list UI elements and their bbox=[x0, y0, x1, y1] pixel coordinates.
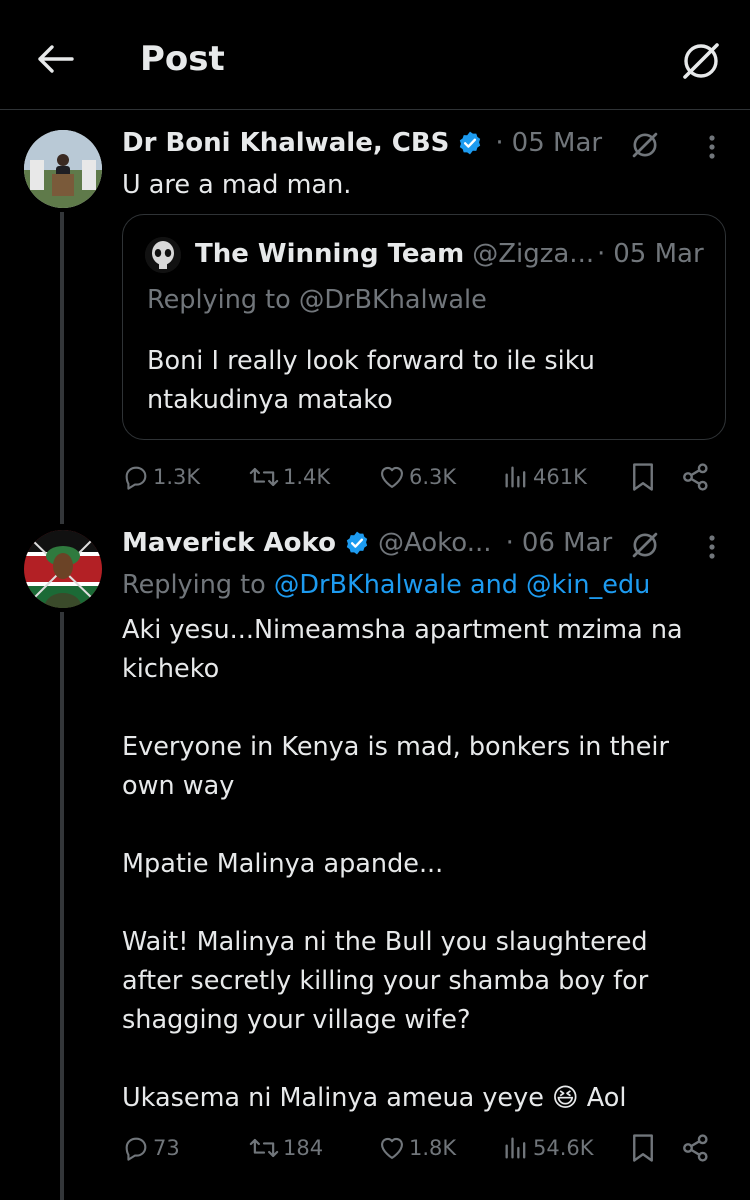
tweet-header: Dr Boni Khalwale, CBS · 05 Mar bbox=[122, 126, 602, 160]
grok-icon bbox=[632, 132, 658, 158]
quoted-author-handle: @Zigza... bbox=[472, 239, 595, 269]
avatar[interactable] bbox=[24, 130, 102, 208]
reply-icon bbox=[125, 466, 147, 490]
views-count: 461K bbox=[533, 465, 587, 489]
author-handle[interactable]: @Aoko... bbox=[378, 526, 492, 560]
quoted-text: Boni I really look forward to ile siku n… bbox=[147, 346, 595, 415]
views-button[interactable]: 54.6K bbox=[502, 1128, 594, 1168]
tweet-text-body: Aki yesu...Nimeamsha apartment mzima na … bbox=[122, 615, 683, 1113]
author-name[interactable]: Maverick Aoko bbox=[122, 526, 336, 560]
tweet-header: Maverick Aoko @Aoko... · 06 Mar bbox=[122, 526, 612, 560]
replying-to-prefix: Replying to bbox=[122, 570, 266, 600]
tweet-date[interactable]: 05 Mar bbox=[512, 126, 602, 160]
author-name[interactable]: Dr Boni Khalwale, CBS bbox=[122, 126, 449, 160]
back-button[interactable] bbox=[30, 36, 80, 82]
quoted-author-name: The Winning Team bbox=[195, 239, 465, 269]
repost-button[interactable]: 1.4K bbox=[248, 457, 330, 497]
bookmark-icon bbox=[633, 463, 653, 491]
tweet-text: Aki yesu...Nimeamsha apartment mzima na … bbox=[122, 611, 732, 1118]
tweet-text: U are a mad man. bbox=[122, 170, 352, 200]
quoted-avatar bbox=[145, 237, 181, 273]
repost-button[interactable]: 184 bbox=[248, 1128, 323, 1168]
verified-badge-icon bbox=[344, 530, 370, 556]
grok-icon bbox=[683, 43, 719, 79]
quoted-date: 05 Mar bbox=[613, 239, 704, 269]
quoted-tweet-card[interactable]: The Winning Team @Zigza... · 05 Mar Repl… bbox=[122, 214, 726, 440]
quoted-date-group: · 05 Mar bbox=[593, 237, 704, 271]
tweet-text-suffix: Aol bbox=[586, 1083, 627, 1113]
bookmark-button[interactable] bbox=[630, 1128, 659, 1168]
views-count: 54.6K bbox=[533, 1136, 594, 1160]
replying-to: Replying to @DrBKhalwale and @kin_edu bbox=[122, 568, 650, 602]
tweet-date[interactable]: 06 Mar bbox=[522, 526, 612, 560]
views-chart-icon bbox=[505, 466, 526, 488]
views-chart-icon bbox=[505, 1137, 526, 1159]
reply-button[interactable]: 1.3K bbox=[122, 457, 200, 497]
heart-icon bbox=[381, 1137, 403, 1159]
bookmark-button[interactable] bbox=[630, 457, 659, 497]
like-count: 6.3K bbox=[409, 465, 457, 489]
share-button[interactable] bbox=[680, 457, 715, 497]
like-button[interactable]: 1.8K bbox=[378, 1128, 456, 1168]
action-bar: 1.3K 1.4K 6.3K 461K bbox=[122, 457, 720, 497]
more-options-button[interactable] bbox=[696, 528, 728, 566]
heart-icon bbox=[381, 466, 403, 488]
page-title: Post bbox=[140, 39, 225, 79]
replying-to-mentions[interactable]: @DrBKhalwale and @kin_edu bbox=[274, 570, 650, 600]
reply-icon bbox=[125, 1137, 147, 1161]
more-options-button[interactable] bbox=[696, 128, 728, 166]
thread-connector bbox=[60, 212, 64, 524]
more-vertical-icon bbox=[709, 535, 715, 559]
grok-button[interactable] bbox=[624, 526, 666, 564]
reply-count: 1.3K bbox=[153, 465, 201, 489]
grok-icon bbox=[632, 532, 658, 558]
share-icon bbox=[683, 463, 708, 491]
thread-connector bbox=[60, 612, 64, 1200]
separator-dot: · bbox=[495, 128, 504, 158]
like-count: 1.8K bbox=[409, 1136, 457, 1160]
reply-count: 73 bbox=[153, 1136, 180, 1160]
top-bar: Post bbox=[0, 0, 750, 110]
reply-button[interactable]: 73 bbox=[122, 1128, 180, 1168]
verified-badge-icon bbox=[457, 130, 483, 156]
laughing-emoji: 😆 bbox=[552, 1083, 579, 1113]
separator-dot: · bbox=[505, 528, 514, 558]
bookmark-icon bbox=[633, 1134, 653, 1162]
arrow-left-icon bbox=[38, 45, 74, 73]
avatar[interactable] bbox=[24, 530, 102, 608]
repost-icon bbox=[249, 1138, 279, 1158]
quoted-replying-to: Replying to @DrBKhalwale bbox=[147, 285, 487, 315]
like-button[interactable]: 6.3K bbox=[378, 457, 456, 497]
repost-icon bbox=[249, 467, 279, 487]
views-button[interactable]: 461K bbox=[502, 457, 587, 497]
separator-dot: · bbox=[597, 239, 606, 269]
share-icon bbox=[683, 1134, 708, 1162]
quoted-header: The Winning Team @Zigza... bbox=[195, 237, 594, 271]
grok-button[interactable] bbox=[676, 36, 726, 86]
repost-count: 184 bbox=[283, 1136, 324, 1160]
more-vertical-icon bbox=[709, 135, 715, 159]
repost-count: 1.4K bbox=[283, 465, 331, 489]
grok-button[interactable] bbox=[624, 126, 666, 164]
share-button[interactable] bbox=[680, 1128, 715, 1168]
action-bar: 73 184 1.8K 54.6K bbox=[122, 1128, 720, 1168]
